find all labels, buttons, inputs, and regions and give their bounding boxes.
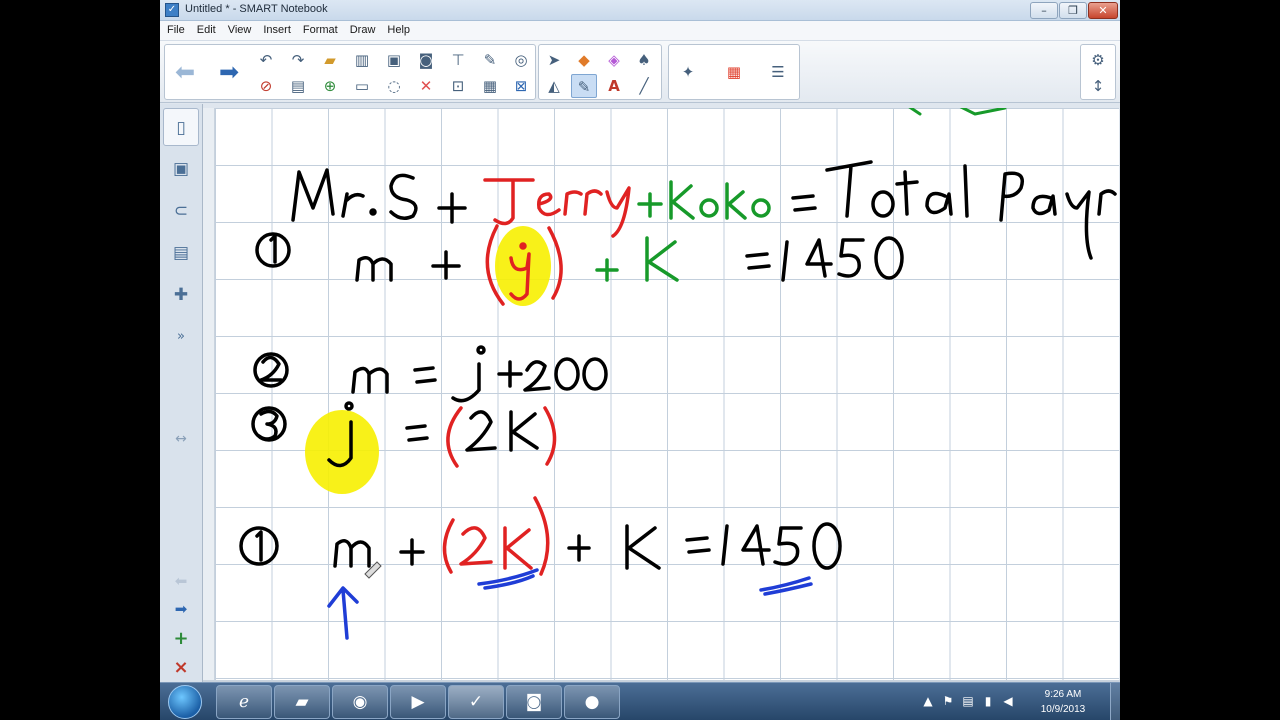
show-hidden-icon[interactable]: ▲ [920, 693, 936, 709]
forward-icon[interactable]: ➡ [215, 58, 243, 86]
fill-icon[interactable]: ♠ [631, 48, 657, 72]
clock-time: 9:26 AM [1044, 689, 1082, 700]
menu-bar: File Edit View Insert Format Draw Help [160, 21, 1120, 41]
paste-icon[interactable]: ◌ [381, 74, 407, 98]
toolbar-properties-group: ✦ ▦ ☰ [668, 44, 800, 100]
menu-edit[interactable]: Edit [190, 21, 221, 36]
table-icon[interactable]: ⊤ [445, 48, 471, 72]
move-toolbar-icon[interactable]: ↕ [1085, 74, 1111, 98]
toolbar-tools-group: ➤ ◆ ◈ ♠ ◭ ✎ A ╱ [538, 44, 662, 100]
highlight-j-top [495, 226, 551, 306]
close-button[interactable]: ✕ [1088, 2, 1118, 19]
redo-icon[interactable]: ↷ [285, 48, 311, 72]
menu-format[interactable]: Format [296, 21, 343, 36]
start-button[interactable] [168, 685, 202, 719]
chrome-icon[interactable]: ◉ [332, 685, 388, 719]
taskbar: ℯ ▰ ◉ ▶ ✓ ◙ ● ▲ ⚑ ▤ ▮ ◀ 9:26 AM 10/9/201… [160, 682, 1120, 720]
page-sorter-icon[interactable]: ▯ [163, 108, 199, 146]
close-doc-icon[interactable]: ⊠ [508, 74, 534, 98]
ink-blue-marks [327, 568, 813, 640]
camera-icon[interactable]: ◙ [413, 48, 439, 72]
menu-insert[interactable]: Insert [256, 21, 296, 36]
side-tab-bar: ▯ ▣ ⊂ ▤ ✚ » ↔ ⬅ ➡ + × [160, 104, 203, 682]
print-icon[interactable]: ▭ [349, 74, 375, 98]
screen-capture-icon[interactable]: ▣ [381, 48, 407, 72]
document-camera-icon[interactable]: ◙ [506, 685, 562, 719]
resize-handle-icon[interactable]: ↔ [163, 420, 199, 458]
expand-icon[interactable]: » [163, 318, 199, 356]
save-icon[interactable]: ▤ [285, 74, 311, 98]
pen-icon[interactable]: ✎ [477, 48, 503, 72]
magic-pen-icon[interactable]: ✦ [675, 60, 701, 84]
internet-explorer-icon[interactable]: ℯ [216, 685, 272, 719]
magnify-icon[interactable]: ◎ [508, 48, 534, 72]
highlight-j-middle [305, 410, 379, 494]
cut-icon[interactable]: ✕ [413, 74, 439, 98]
ink-equation-4 [239, 496, 842, 576]
menu-view[interactable]: View [221, 21, 257, 36]
properties-icon[interactable]: ☰ [765, 60, 791, 84]
file-explorer-icon[interactable]: ▰ [274, 685, 330, 719]
toolbar-side-group: ⚙ ↕ [1080, 44, 1116, 100]
properties-tab-icon[interactable]: ▤ [163, 234, 199, 272]
toolbar: ⬅ ➡ ↶ ↷ ▰ ▥ ▣ ◙ ⊤ ✎ ◎ ⊘ ▤ ⊕ ▭ ◌ ✕ ⊡ ▦ ⊠ … [160, 41, 1120, 103]
pens-icon[interactable]: ✎ [571, 74, 597, 98]
fullscreen-icon[interactable]: ⊡ [445, 74, 471, 98]
maximize-button[interactable]: ❐ [1059, 2, 1087, 19]
ink-equation-2 [253, 345, 608, 403]
clock-date: 10/9/2013 [1040, 704, 1086, 715]
menu-file[interactable]: File [160, 21, 190, 36]
eraser-icon[interactable]: ◈ [601, 48, 627, 72]
volume-icon[interactable]: ◀ [1000, 693, 1016, 709]
menu-draw[interactable]: Draw [343, 21, 381, 36]
minimize-button[interactable]: – [1030, 2, 1058, 19]
recorder-icon[interactable]: ● [564, 685, 620, 719]
gallery-icon[interactable]: ▣ [163, 150, 199, 188]
line-icon[interactable]: ╱ [631, 74, 657, 98]
text-icon[interactable]: A [601, 74, 627, 98]
system-clock[interactable]: 9:26 AM 10/9/2013 [1032, 687, 1094, 717]
handwriting-canvas [239, 108, 1117, 640]
add-page-icon[interactable]: ⊕ [317, 74, 343, 98]
attachments-icon[interactable]: ⊂ [163, 192, 199, 230]
shapes-icon[interactable]: ◆ [571, 48, 597, 72]
app-icon: ✓ [165, 3, 179, 17]
grid-icon[interactable]: ▦ [477, 74, 503, 98]
network-icon[interactable]: ▤ [960, 693, 976, 709]
whiteboard-page[interactable] [215, 108, 1119, 680]
toolbar-main-group: ⬅ ➡ ↶ ↷ ▰ ▥ ▣ ◙ ⊤ ✎ ◎ ⊘ ▤ ⊕ ▭ ◌ ✕ ⊡ ▦ ⊠ [164, 44, 536, 100]
smart-notebook-icon[interactable]: ✓ [448, 685, 504, 719]
line-eraser-icon[interactable]: ◭ [541, 74, 567, 98]
smart-notebook-window: ✓ Untitled * - SMART Notebook – ❐ ✕ File… [160, 0, 1120, 720]
flag-icon[interactable]: ⚑ [940, 693, 956, 709]
undo-icon[interactable]: ↶ [253, 48, 279, 72]
screen-shade-icon[interactable]: ▥ [349, 48, 375, 72]
back-icon[interactable]: ⬅ [171, 58, 199, 86]
open-icon[interactable]: ▰ [317, 48, 343, 72]
ink-equation-3 [251, 401, 557, 468]
signal-icon[interactable]: ▮ [980, 693, 996, 709]
ink-top-fragment [908, 108, 1007, 116]
title-bar: ✓ Untitled * - SMART Notebook – ❐ ✕ [160, 0, 1120, 21]
show-desktop-button[interactable] [1110, 683, 1120, 720]
color-palette-icon[interactable]: ▦ [721, 60, 747, 84]
ink-title-line [291, 160, 1117, 260]
ink-equation-1 [255, 224, 904, 306]
menu-help[interactable]: Help [380, 21, 415, 36]
media-player-icon[interactable]: ▶ [390, 685, 446, 719]
window-title: Untitled * - SMART Notebook [185, 3, 328, 15]
addons-icon[interactable]: ✚ [163, 276, 199, 314]
select-icon[interactable]: ➤ [541, 48, 567, 72]
delete-page-toolbar-icon[interactable]: ⊘ [253, 74, 279, 98]
vertical-scrollbar[interactable] [203, 108, 215, 680]
settings-icon[interactable]: ⚙ [1085, 48, 1111, 72]
